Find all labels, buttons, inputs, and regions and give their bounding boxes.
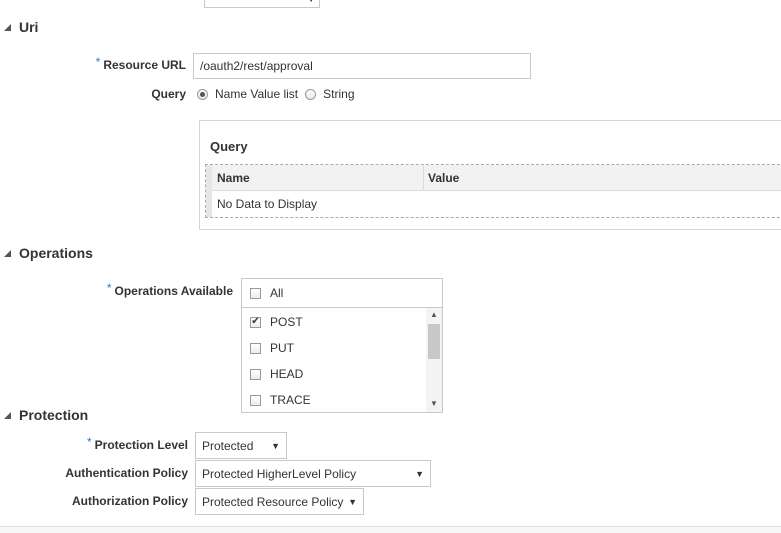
operation-row[interactable]: PUT (250, 341, 294, 355)
authentication-policy-value: Protected HigherLevel Policy (202, 466, 357, 481)
authorization-policy-value: Protected Resource Policy (202, 494, 344, 509)
query-radio-group: Name Value list String (197, 87, 355, 101)
operation-label: POST (270, 315, 303, 329)
protection-level-value: Protected (202, 438, 254, 453)
triangle-expanded-icon (4, 23, 11, 31)
operations-section-title: Operations (19, 245, 93, 261)
scroll-down-icon[interactable]: ▼ (430, 399, 438, 408)
resource-url-value: /oauth2/rest/approval (200, 59, 313, 73)
uri-section-title: Uri (19, 19, 39, 35)
chevron-down-icon: ▼ (348, 496, 357, 507)
bottom-band (0, 527, 781, 533)
query-label: Query (151, 87, 186, 101)
triangle-expanded-icon (4, 249, 11, 257)
radio-name-value-list-label: Name Value list (215, 87, 299, 101)
operation-label: HEAD (270, 367, 304, 381)
authentication-policy-label: Authentication Policy (65, 466, 188, 480)
ops-scrollbar[interactable]: ▲ ▼ (426, 308, 442, 412)
authentication-policy-select[interactable]: Protected HigherLevel Policy ▼ (195, 460, 431, 487)
operation-all-label: All (270, 286, 284, 300)
required-indicator: * (95, 55, 101, 69)
checkbox-all[interactable] (250, 287, 261, 299)
radio-string[interactable] (305, 88, 317, 100)
operation-label: PUT (270, 341, 294, 355)
protection-section-title: Protection (19, 407, 89, 423)
operation-all-row[interactable]: All (250, 286, 283, 300)
required-indicator: * (86, 435, 92, 449)
chevron-down-icon: ▼ (307, 0, 315, 4)
operation-row[interactable]: ✔ POST (250, 315, 303, 329)
radio-string-label: String (323, 87, 355, 101)
column-header-name[interactable]: Name (217, 171, 250, 185)
triangle-expanded-icon (4, 411, 11, 419)
protection-level-select[interactable]: Protected ▼ (195, 432, 287, 459)
query-table-empty-text: No Data to Display (217, 197, 318, 211)
column-divider (423, 165, 424, 190)
checkbox-head[interactable] (250, 368, 261, 380)
resource-url-label: * Resource URL (95, 55, 186, 72)
radio-name-value-list[interactable] (197, 88, 208, 100)
query-table: Name Value No Data to Display (205, 164, 781, 218)
column-header-value[interactable]: Value (428, 171, 459, 185)
checkbox-trace[interactable] (250, 394, 261, 406)
top-partial-select[interactable]: ▼ (204, 0, 320, 8)
scroll-up-icon[interactable]: ▲ (430, 310, 438, 319)
scrollbar-thumb[interactable] (428, 324, 440, 359)
operation-row[interactable]: TRACE (250, 393, 311, 407)
authorization-policy-select[interactable]: Protected Resource Policy ▼ (195, 488, 364, 515)
operations-available-label: * Operations Available (106, 281, 233, 298)
query-panel-title: Query (210, 139, 248, 154)
chevron-down-icon: ▼ (271, 440, 280, 451)
authorization-policy-label: Authorization Policy (71, 494, 188, 508)
ops-divider (242, 307, 442, 308)
resource-url-input[interactable]: /oauth2/rest/approval (193, 53, 531, 79)
checkbox-put[interactable] (250, 342, 261, 354)
operations-list: All ✔ POST PUT HEAD TRACE ▲ ▼ (241, 278, 443, 413)
uri-section-header[interactable]: Uri (0, 18, 38, 36)
protection-level-label: * Protection Level (86, 435, 188, 452)
operations-section-header[interactable]: Operations (0, 244, 93, 262)
chevron-down-icon: ▼ (415, 468, 424, 479)
protection-section-header[interactable]: Protection (0, 406, 88, 424)
checkbox-post[interactable]: ✔ (250, 316, 261, 328)
query-panel: Query Name Value No Data to Display (199, 120, 781, 230)
required-indicator: * (106, 281, 112, 295)
operation-label: TRACE (270, 393, 311, 407)
query-table-header: Name Value (212, 165, 781, 191)
operation-row[interactable]: HEAD (250, 367, 303, 381)
